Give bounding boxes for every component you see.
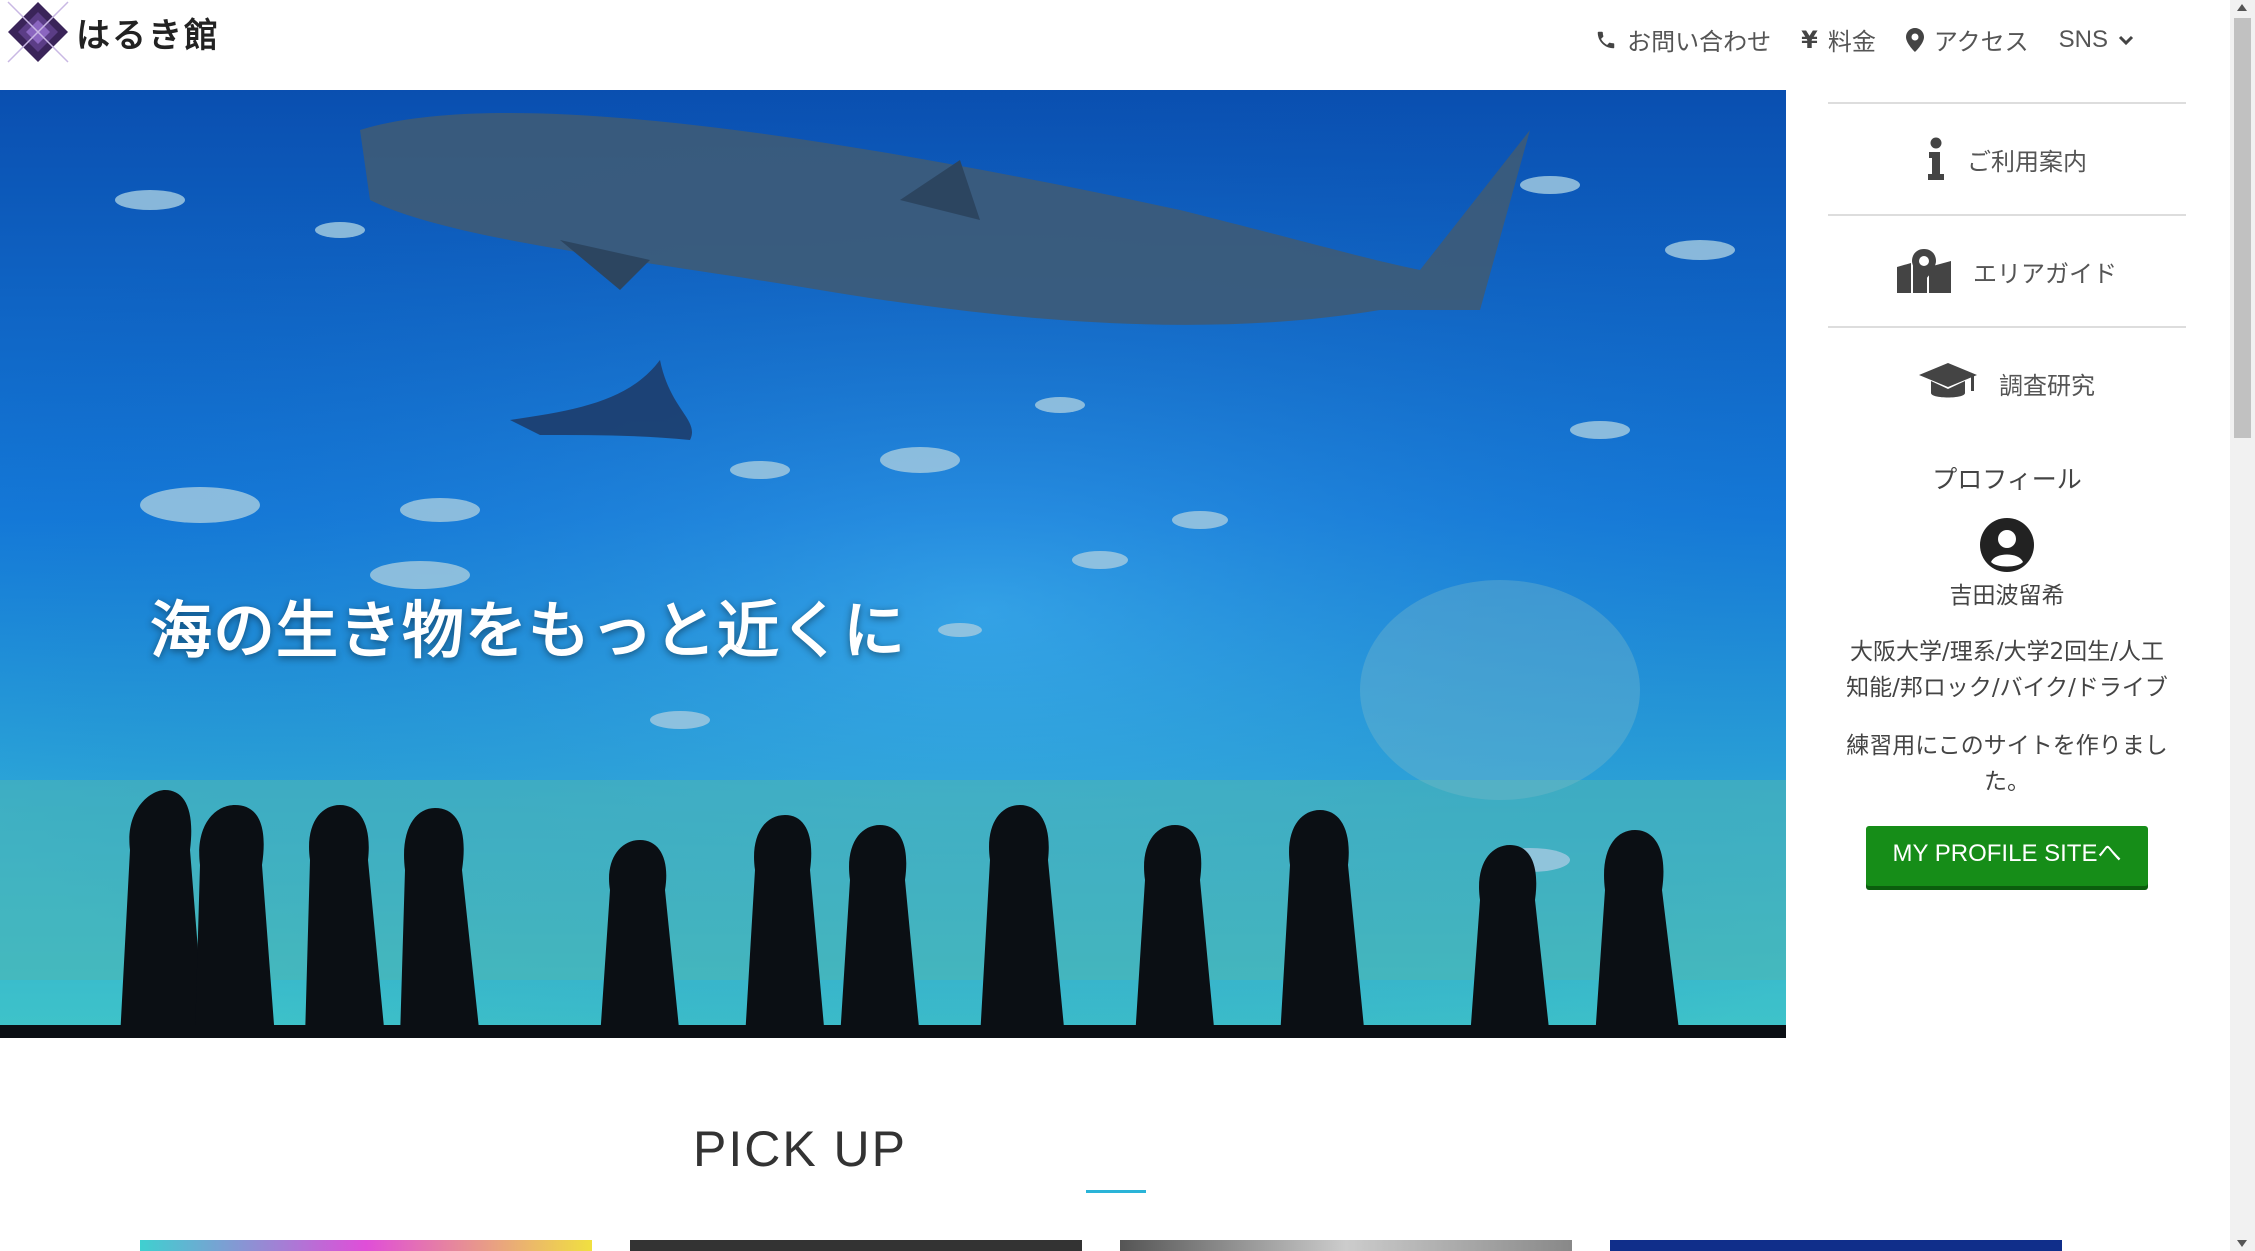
sidebar: ご利用案内 エリアガイド 調査研究 プロフィール 吉田波留希 大阪大学/理系/大… <box>1828 102 2186 886</box>
profile-note: 練習用にこのサイトを作りまし た。 <box>1828 728 2186 800</box>
nav-access[interactable]: アクセス <box>1905 22 2029 57</box>
sidebar-item-label: ご利用案内 <box>1967 147 2087 176</box>
profile-title: プロフィール <box>1932 465 2082 494</box>
phone-icon <box>1597 31 1615 48</box>
header-nav: お問い合わせ ¥ 料金 アクセス SNS <box>1595 22 2134 57</box>
yen-icon: ¥ <box>1801 25 1818 54</box>
hero-headline: 海の生き物をもっと近くに <box>150 594 907 667</box>
nav-access-label: アクセス <box>1933 28 2029 56</box>
sidebar-item-label: 調査研究 <box>1999 371 2095 400</box>
profile-desc-line: 大阪大学/理系/大学2回生/人工 <box>1850 639 2164 665</box>
logo-text: はるき館 <box>76 15 220 56</box>
pickup-card[interactable] <box>1120 1240 1572 1251</box>
pickup-title: PICK UP <box>692 1121 908 1177</box>
site-logo[interactable]: はるき館 <box>6 0 220 64</box>
info-icon <box>1928 137 1944 180</box>
map-pin-icon <box>1905 27 1924 52</box>
scroll-down-arrow-icon[interactable] <box>2237 1240 2247 1247</box>
profile-section: プロフィール 吉田波留希 大阪大学/理系/大学2回生/人工 知能/邦ロック/バイ… <box>1828 438 2186 886</box>
profile-note-line: 練習用にこのサイトを作りまし <box>1846 733 2168 759</box>
aquarium-image <box>0 90 1786 1038</box>
pickup-card[interactable] <box>1610 1240 2062 1251</box>
nav-price[interactable]: ¥ 料金 <box>1801 22 1876 57</box>
map-marker-icon <box>1897 249 1951 293</box>
profile-description: 大阪大学/理系/大学2回生/人工 知能/邦ロック/バイク/ドライブ <box>1828 634 2186 706</box>
user-avatar-icon <box>1980 518 2034 572</box>
profile-desc-line: 知能/邦ロック/バイク/ドライブ <box>1846 675 2168 701</box>
pickup-card[interactable] <box>140 1240 592 1251</box>
nav-contact-label: お問い合わせ <box>1627 28 1772 56</box>
sidebar-item-area-guide[interactable]: エリアガイド <box>1828 214 2186 326</box>
sidebar-item-guide[interactable]: ご利用案内 <box>1828 102 2186 214</box>
logo-diamond-icon <box>7 1 69 63</box>
nav-sns-label: SNS <box>2058 25 2108 53</box>
pickup-heading: PICK UP <box>0 1120 2230 1178</box>
pickup-underline <box>1086 1190 1146 1193</box>
page-scrollbar[interactable] <box>2230 0 2255 1251</box>
profile-note-line: た。 <box>1984 769 2030 795</box>
scroll-up-arrow-icon[interactable] <box>2237 4 2247 11</box>
site-header: はるき館 お問い合わせ ¥ 料金 アクセス SNS <box>0 0 2230 90</box>
hero-banner: 海の生き物をもっと近くに <box>0 90 1786 1038</box>
sidebar-item-research[interactable]: 調査研究 <box>1828 326 2186 438</box>
sidebar-item-label: エリアガイド <box>1973 259 2117 288</box>
profile-name: 吉田波留希 <box>1949 583 2065 609</box>
pickup-cards <box>140 1240 2062 1251</box>
scroll-thumb[interactable] <box>2234 18 2251 438</box>
profile-site-button[interactable]: MY PROFILE SITEへ <box>1866 826 2148 886</box>
nav-contact[interactable]: お問い合わせ <box>1595 22 1771 57</box>
chevron-down-icon <box>2118 35 2134 45</box>
nav-sns-dropdown[interactable]: SNS <box>2059 26 2134 54</box>
pickup-card[interactable] <box>630 1240 1082 1251</box>
graduation-cap-icon <box>1919 363 1977 398</box>
nav-price-label: 料金 <box>1827 28 1876 56</box>
